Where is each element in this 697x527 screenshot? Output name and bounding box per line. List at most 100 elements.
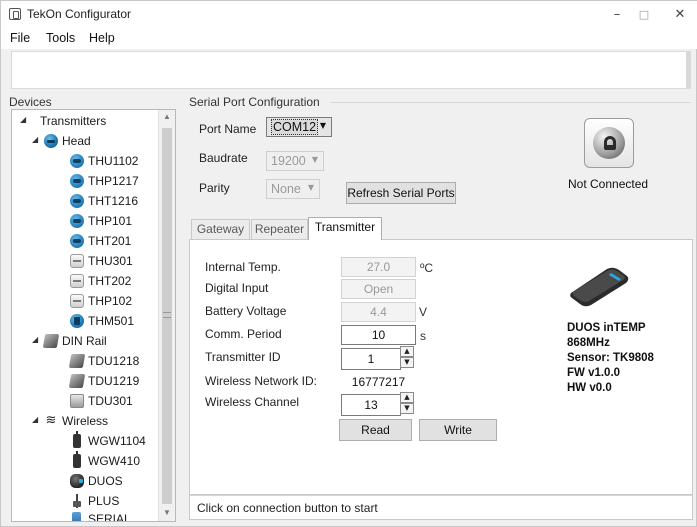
blue-sensor-icon — [70, 154, 84, 168]
stepper-up-icon[interactable]: ▲ — [400, 392, 414, 403]
duos-device-image — [570, 267, 629, 307]
parity-label: Parity — [199, 181, 230, 195]
tree-node-label: THP102 — [88, 294, 133, 308]
scrollbar-grip-icon — [163, 312, 171, 318]
tree-node-label: PLUS — [88, 494, 120, 508]
chevron-down-icon: ▼ — [311, 155, 318, 164]
tree-node-label: THU1102 — [88, 154, 139, 168]
white-sensor-icon — [70, 294, 84, 308]
tree-node-label: SERIAL — [88, 512, 131, 522]
device-info-name: DUOS inTEMP — [567, 322, 646, 334]
tree-node-label: DIN Rail — [62, 334, 107, 348]
din-rail-icon — [42, 334, 60, 348]
devices-label: Devices — [9, 95, 52, 109]
comm-period-input[interactable]: 10 — [341, 325, 416, 345]
stepper-down-icon[interactable]: ▼ — [400, 403, 414, 414]
status-message: Click on connection button to start — [197, 501, 378, 515]
gateway-icon — [73, 431, 81, 448]
tab-strip: Gateway Repeater Transmitter — [189, 217, 693, 240]
connection-button[interactable] — [584, 118, 634, 168]
internal-temp-label: Internal Temp. — [205, 260, 281, 274]
close-button[interactable]: ✕ — [661, 1, 697, 29]
internal-temp-value: 27.0 — [341, 257, 416, 277]
device-info-hardware: HW v0.0 — [567, 382, 612, 394]
digital-input-label: Digital Input — [205, 281, 269, 295]
white-sensor-icon — [70, 254, 84, 268]
device-tree: ◢ Transmitters ◢ Head THU1102 THP1217 TH… — [11, 109, 176, 522]
tree-node-label: TDU1219 — [88, 374, 140, 388]
blue-module-icon — [70, 314, 84, 328]
blue-sensor-icon — [70, 234, 84, 248]
network-id-value: 16777217 — [351, 375, 406, 389]
expand-arrow-icon[interactable]: ◢ — [32, 415, 38, 424]
blue-sensor-icon — [70, 194, 84, 208]
blue-sensor-icon — [70, 174, 84, 188]
tree-node-label: DUOS — [88, 474, 123, 488]
chevron-down-icon: ▼ — [307, 183, 314, 192]
baudrate-label: Baudrate — [199, 151, 248, 165]
network-id-label: Wireless Network ID: — [205, 374, 318, 388]
baudrate-value: 19200 — [271, 154, 306, 168]
wireless-channel-input[interactable]: 13 — [341, 394, 401, 416]
maximize-button[interactable]: □ — [625, 1, 663, 29]
menu-tools[interactable]: Tools — [46, 31, 75, 45]
tree-node-label: THP1217 — [88, 174, 139, 188]
serial-icon — [72, 512, 81, 521]
device-info-frequency: 868MHz — [567, 337, 610, 349]
tree-node-label: THM501 — [88, 314, 135, 328]
write-button[interactable]: Write — [419, 419, 497, 441]
battery-voltage-value: 4.4 — [341, 302, 416, 322]
tree-node-label: TDU301 — [88, 394, 133, 408]
status-bar: Click on connection button to start — [189, 495, 693, 520]
tab-transmitter[interactable]: Transmitter — [308, 217, 382, 240]
stepper-down-icon[interactable]: ▼ — [400, 357, 414, 368]
blue-sensor-icon — [70, 214, 84, 228]
port-name-select[interactable]: COM12 ▼ — [266, 117, 332, 137]
wireless-channel-stepper[interactable]: ▲ ▼ — [400, 392, 414, 414]
plug-icon — [604, 136, 616, 150]
parity-value: None — [271, 182, 301, 196]
scroll-up-icon[interactable]: ▲ — [159, 110, 175, 124]
tree-node-label: THP101 — [88, 214, 133, 228]
tree-node-label: THT202 — [88, 274, 132, 288]
menu-help[interactable]: Help — [89, 31, 115, 45]
section-divider — [331, 102, 691, 103]
title-bar: TekOn Configurator – □ ✕ — [1, 1, 697, 29]
white-sensor-icon — [70, 274, 84, 288]
port-name-value: COM12 — [271, 119, 319, 135]
stepper-up-icon[interactable]: ▲ — [400, 346, 414, 357]
transmitter-id-stepper[interactable]: ▲ ▼ — [400, 346, 414, 368]
menu-file[interactable]: File — [10, 31, 30, 45]
tree-node-label: Transmitters — [40, 114, 107, 128]
toolbar-scrollbar[interactable] — [686, 52, 690, 88]
tab-gateway[interactable]: Gateway — [191, 219, 250, 239]
gateway-icon — [73, 451, 81, 468]
tree-node-label: THU301 — [88, 254, 133, 268]
window-title: TekOn Configurator — [27, 7, 132, 21]
plus-icon — [70, 494, 84, 508]
expand-arrow-icon[interactable]: ◢ — [32, 335, 38, 344]
tab-repeater[interactable]: Repeater — [251, 219, 308, 239]
comm-period-label: Comm. Period — [205, 327, 282, 341]
refresh-serial-ports-button[interactable]: Refresh Serial Ports — [346, 182, 456, 204]
expand-arrow-icon[interactable]: ◢ — [32, 135, 38, 144]
din-rail-icon — [68, 374, 86, 388]
port-name-label: Port Name — [199, 122, 257, 136]
app-window: TekOn Configurator – □ ✕ File Tools Help… — [0, 0, 697, 527]
tree-node-label: Head — [62, 134, 91, 148]
tree-node-label: Wireless — [62, 414, 109, 428]
expand-arrow-icon[interactable]: ◢ — [20, 115, 26, 124]
din-flat-icon — [70, 394, 84, 408]
baudrate-select[interactable]: 19200 ▼ — [266, 151, 324, 171]
scroll-down-icon[interactable]: ▼ — [159, 506, 175, 520]
read-button[interactable]: Read — [339, 419, 412, 441]
serial-config-heading: Serial Port Configuration — [189, 95, 320, 109]
parity-select[interactable]: None ▼ — [266, 179, 320, 199]
tree-scrollbar[interactable]: ▲ ▼ — [158, 110, 175, 521]
toolbar — [11, 51, 691, 89]
battery-voltage-unit: V — [419, 305, 428, 319]
device-info-sensor: Sensor: TK9808 — [567, 352, 654, 364]
transmitter-id-label: Transmitter ID — [205, 350, 281, 364]
transmitter-id-input[interactable]: 1 — [341, 348, 401, 370]
device-info: DUOS inTEMP 868MHz Sensor: TK9808 FW v1.… — [567, 321, 654, 396]
